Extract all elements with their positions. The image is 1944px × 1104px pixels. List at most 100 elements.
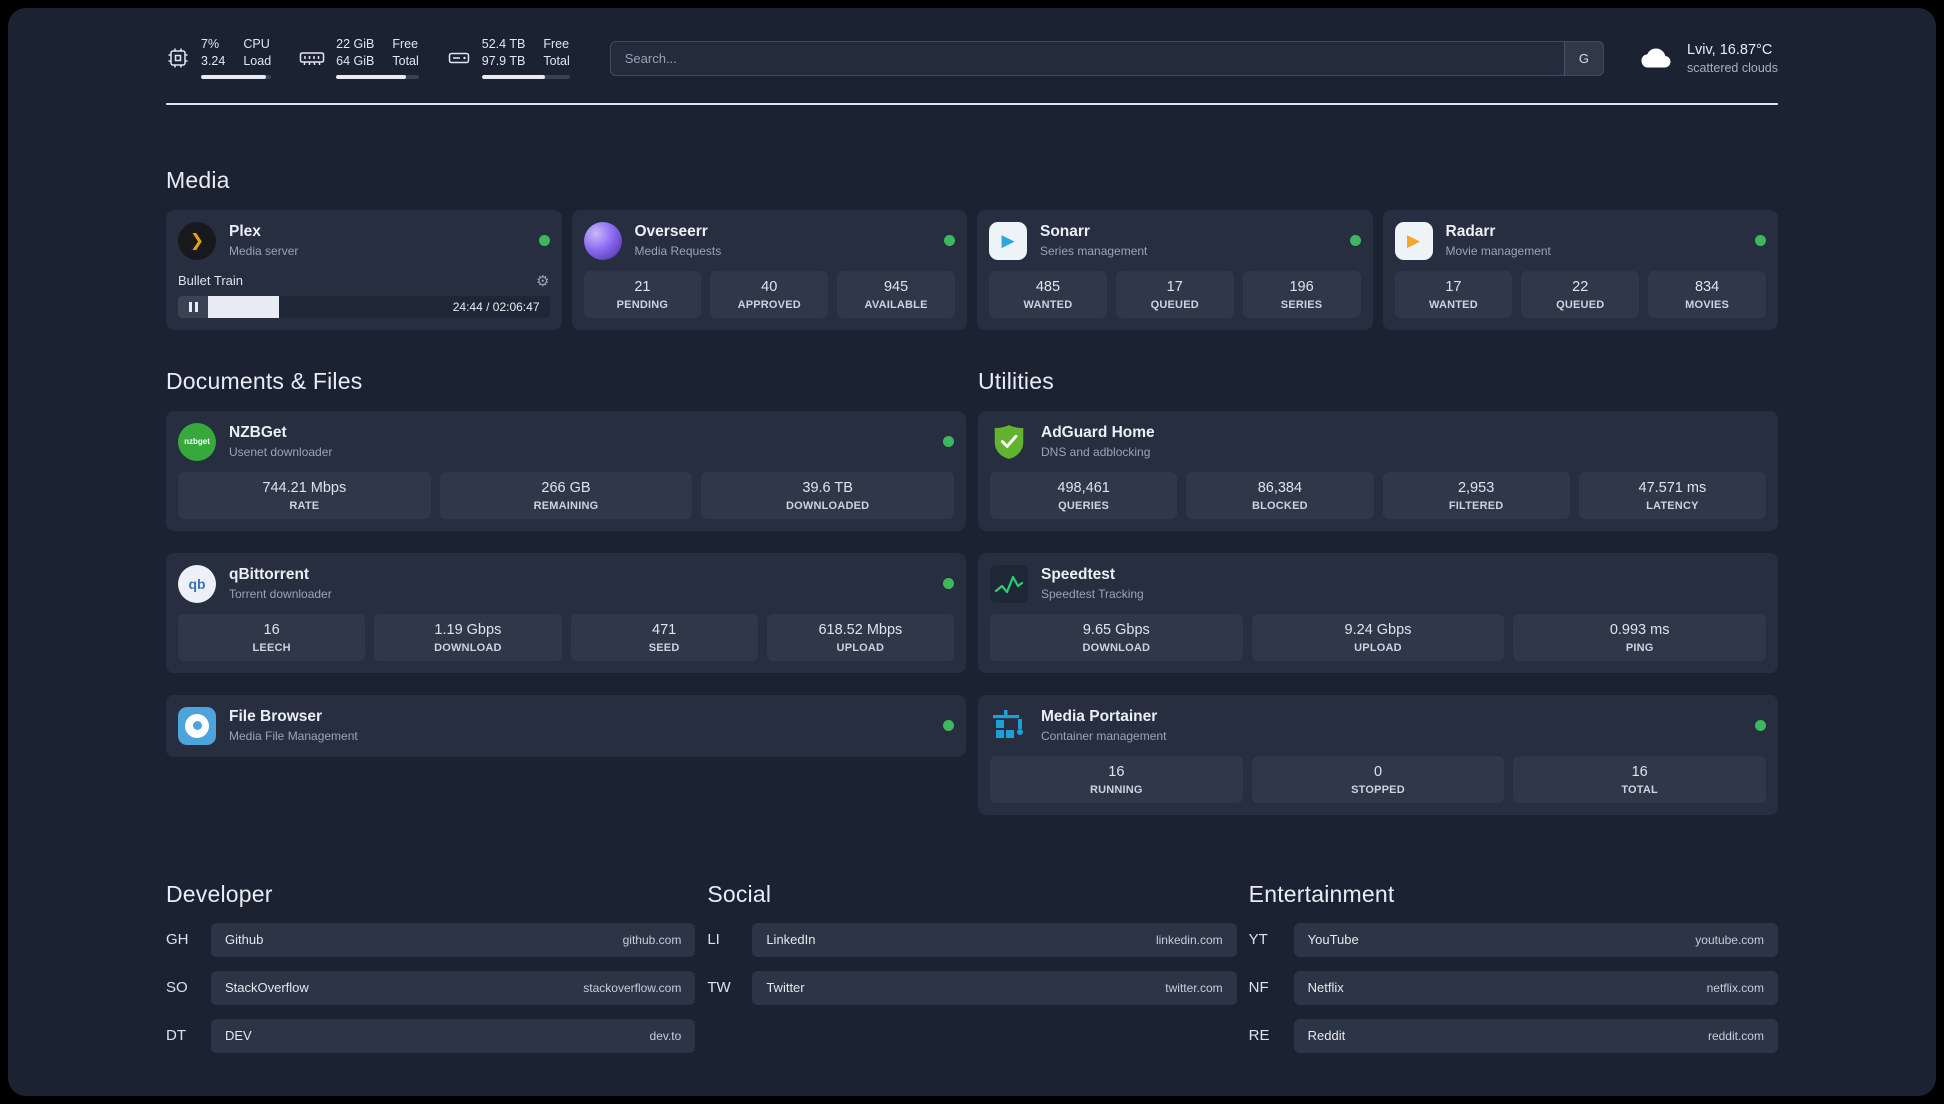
stat-box: 86,384 BLOCKED <box>1186 471 1374 519</box>
playback-progress-bar[interactable]: 24:44 / 02:06:47 <box>178 295 550 318</box>
stat-label: SERIES <box>1280 298 1323 311</box>
stat-value: 945 <box>883 278 909 295</box>
bookmark-link-github[interactable]: Github github.com <box>211 922 696 957</box>
pause-button[interactable] <box>178 295 208 318</box>
bookmark-row: LI LinkedIn linkedin.com <box>707 922 1237 957</box>
bookmark-row: SO StackOverflow stackoverflow.com <box>166 970 696 1005</box>
ram-icon <box>299 52 325 66</box>
stat-label: QUEUED <box>1556 298 1605 311</box>
plex-icon: ❯ <box>178 221 216 260</box>
gear-icon[interactable]: ⚙ <box>536 272 549 290</box>
service-name: Speedtest <box>1041 566 1116 583</box>
disk-usage-bar <box>481 74 570 79</box>
stat-box: 22 QUEUED <box>1521 270 1640 318</box>
service-card-nzbget[interactable]: nzbget NZBGet Usenet downloader 744.21 M… <box>166 410 966 531</box>
section-title-social: Social <box>707 880 772 907</box>
section-title-documents: Documents & Files <box>166 367 363 394</box>
bookmark-abbr: SO <box>166 979 188 996</box>
overseerr-icon <box>583 221 622 260</box>
service-card-overseerr[interactable]: Overseerr Media Requests 21 PENDING 40 A… <box>571 209 967 330</box>
stat-value: 9.65 Gbps <box>1082 621 1150 638</box>
stat-value: 47.571 ms <box>1638 479 1707 496</box>
speedtest-icon <box>990 564 1028 603</box>
stat-box: 1.19 Gbps DOWNLOAD <box>374 613 562 661</box>
status-dot <box>943 578 954 589</box>
stat-box: 471 SEED <box>570 613 758 661</box>
search-input[interactable] <box>609 40 1604 76</box>
stat-label: DOWNLOAD <box>434 641 502 654</box>
bookmark-link-reddit[interactable]: Reddit reddit.com <box>1293 1018 1778 1053</box>
stat-value: 86,384 <box>1257 479 1303 496</box>
playback-time: 24:44 / 02:06:47 <box>452 299 540 314</box>
bookmark-url: github.com <box>622 932 682 947</box>
bookmark-group-developer: Developer GH Github github.com SO StackO… <box>166 880 696 1053</box>
status-dot <box>943 720 954 731</box>
stat-label: REMAINING <box>533 499 599 512</box>
disk-icon <box>448 53 470 64</box>
stat-value: 266 GB <box>541 479 591 496</box>
media-card-grid: ❯ Plex Media server Bullet Train ⚙ 24:44… <box>166 209 1778 330</box>
service-card-adguard[interactable]: AdGuard Home DNS and adblocking 498,461 … <box>978 410 1778 531</box>
status-dot <box>943 436 954 447</box>
stat-label: WANTED <box>1428 298 1478 311</box>
bookmark-url: netflix.com <box>1706 980 1764 995</box>
bookmark-link-netflix[interactable]: Netflix netflix.com <box>1293 970 1778 1005</box>
now-playing-title: Bullet Train <box>178 273 244 288</box>
stat-label: SEED <box>648 641 680 654</box>
service-card-radarr[interactable]: ▶ Radarr Movie management 17 WANTED 22 Q… <box>1382 209 1778 330</box>
bookmark-row: RE Reddit reddit.com <box>1248 1018 1778 1053</box>
stat-box: 0.993 ms PING <box>1513 613 1766 661</box>
cpu-usage-bar <box>201 74 272 79</box>
utilities-column: Utilities AdGuard Home DNS and adblockin… <box>978 368 1778 815</box>
stat-label: WANTED <box>1023 298 1073 311</box>
bookmark-group-entertainment: Entertainment YT YouTube youtube.com NF … <box>1249 881 1778 1053</box>
section-title-developer: Developer <box>166 880 273 907</box>
search-engine-button[interactable]: G <box>1563 40 1604 76</box>
service-card-filebrowser[interactable]: File Browser Media File Management <box>166 694 966 757</box>
stat-label: AVAILABLE <box>864 298 928 311</box>
bookmark-link-youtube[interactable]: YouTube youtube.com <box>1293 922 1778 957</box>
bookmark-name: DEV <box>225 1028 252 1043</box>
service-subtitle: Media server <box>229 244 299 258</box>
cpu-icon <box>168 48 188 68</box>
dashboard-panel: 7% 3.24 CPU Load 22 GiB 64 GiB Free Tota… <box>8 8 1936 1096</box>
cpu-load-average: 3.24 <box>201 53 226 68</box>
service-card-plex[interactable]: ❯ Plex Media server Bullet Train ⚙ 24:44… <box>166 209 562 330</box>
service-card-speedtest[interactable]: Speedtest Speedtest Tracking 9.65 Gbps D… <box>978 552 1778 673</box>
bookmark-link-dev[interactable]: DEV dev.to <box>211 1018 696 1053</box>
service-card-portainer[interactable]: Media Portainer Container management 16 … <box>978 694 1778 815</box>
stat-box: 16 RUNNING <box>990 755 1243 803</box>
stat-value: 16 <box>1108 763 1125 780</box>
stat-label: DOWNLOAD <box>1082 641 1151 654</box>
bookmark-name: StackOverflow <box>225 980 309 995</box>
service-card-qbittorrent[interactable]: qb qBittorrent Torrent downloader 16 LEE… <box>166 552 966 673</box>
stat-value: 16 <box>1631 763 1648 780</box>
stat-box: 744.21 Mbps RATE <box>178 471 431 519</box>
bookmark-url: youtube.com <box>1695 932 1764 947</box>
sonarr-icon: ▶ <box>989 221 1027 260</box>
service-card-sonarr[interactable]: ▶ Sonarr Series management 485 WANTED 17… <box>977 209 1373 330</box>
stat-value: 834 <box>1694 278 1720 295</box>
bookmark-row: NF Netflix netflix.com <box>1249 970 1778 1005</box>
service-name: AdGuard Home <box>1041 424 1155 441</box>
stat-box: 9.24 Gbps UPLOAD <box>1251 613 1505 661</box>
qbittorrent-icon: qb <box>178 564 216 603</box>
stat-value: 40 <box>761 278 778 295</box>
bookmark-abbr: RE <box>1248 1027 1270 1044</box>
weather-widget[interactable]: Lviv, 16.87°C scattered clouds <box>1638 42 1778 75</box>
cpu-percent: 7% <box>201 37 220 51</box>
bookmark-name: YouTube <box>1307 932 1359 947</box>
cpu-metric: 7% 3.24 CPU Load <box>166 37 272 79</box>
bookmark-group-social: Social LI LinkedIn linkedin.com TW Twitt… <box>707 880 1237 1005</box>
stat-label: RATE <box>289 499 320 512</box>
bookmark-link-stackoverflow[interactable]: StackOverflow stackoverflow.com <box>211 970 696 1005</box>
bookmark-link-linkedin[interactable]: LinkedIn linkedin.com <box>752 922 1237 957</box>
status-dot <box>1755 235 1766 246</box>
bookmark-link-twitter[interactable]: Twitter twitter.com <box>752 970 1237 1005</box>
top-bar: 7% 3.24 CPU Load 22 GiB 64 GiB Free Tota… <box>166 37 1778 79</box>
stat-label: BLOCKED <box>1251 499 1308 512</box>
service-subtitle: Usenet downloader <box>229 445 333 459</box>
header-divider <box>166 102 1778 105</box>
stat-value: 744.21 Mbps <box>262 479 347 496</box>
stat-label: TOTAL <box>1621 783 1658 796</box>
